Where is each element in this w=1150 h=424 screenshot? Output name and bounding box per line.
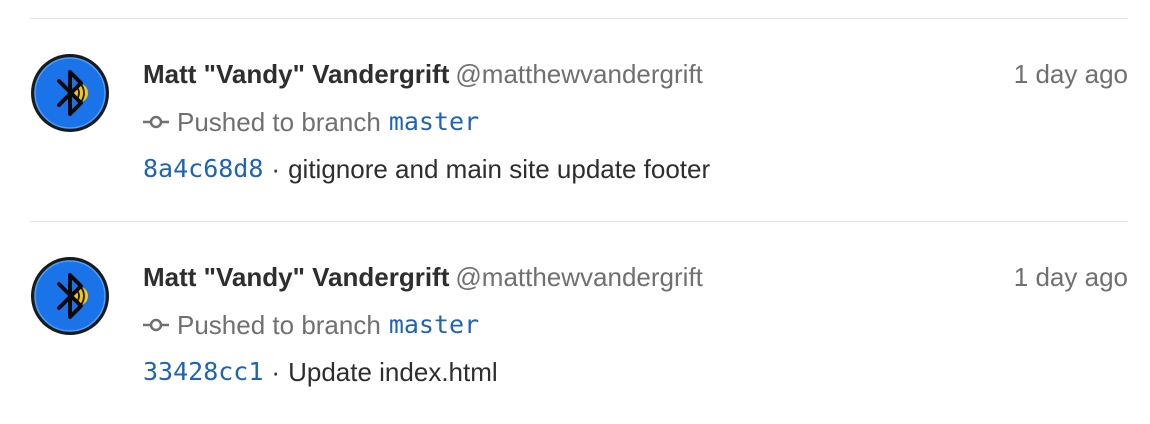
commit-line: 33428cc1 · Update index.html: [143, 357, 498, 387]
event-action: Pushed to branch master: [143, 310, 479, 340]
author-avatar[interactable]: [30, 53, 110, 133]
commit-sha-link[interactable]: 8a4c68d8: [143, 154, 263, 184]
commit-sha-link[interactable]: 33428cc1: [143, 357, 263, 387]
branch-link[interactable]: master: [389, 310, 479, 340]
event-timestamp: 1 day ago: [1013, 59, 1128, 89]
commit-separator: ·: [271, 357, 281, 387]
action-text: Pushed to branch: [177, 310, 381, 340]
commit-icon: [143, 115, 169, 129]
commit-message: Update index.html: [288, 357, 498, 387]
activity-event: Matt "Vandy" Vandergrift @matthewvandergr…: [30, 221, 1128, 424]
activity-event: Matt "Vandy" Vandergrift @matthewvandergr…: [30, 18, 1128, 221]
bluetooth-speaker-icon: [31, 54, 109, 132]
author-username[interactable]: @matthewvandergrift: [455, 59, 703, 89]
event-header: Matt "Vandy" Vandergrift @matthewvandergr…: [143, 262, 703, 292]
author-name-link[interactable]: Matt "Vandy" Vandergrift: [143, 59, 449, 89]
event-timestamp: 1 day ago: [1013, 262, 1128, 292]
event-header: Matt "Vandy" Vandergrift @matthewvandergr…: [143, 59, 703, 89]
action-text: Pushed to branch: [177, 107, 381, 137]
bluetooth-speaker-icon: [31, 257, 109, 335]
activity-feed: Matt "Vandy" Vandergrift @matthewvandergr…: [30, 18, 1128, 424]
commit-message: gitignore and main site update footer: [288, 154, 711, 184]
event-action: Pushed to branch master: [143, 107, 479, 137]
author-avatar[interactable]: [30, 256, 110, 336]
branch-link[interactable]: master: [389, 107, 479, 137]
author-username[interactable]: @matthewvandergrift: [455, 262, 703, 292]
commit-icon: [143, 318, 169, 332]
author-name-link[interactable]: Matt "Vandy" Vandergrift: [143, 262, 449, 292]
commit-line: 8a4c68d8 · gitignore and main site updat…: [143, 154, 710, 184]
commit-separator: ·: [271, 154, 281, 184]
